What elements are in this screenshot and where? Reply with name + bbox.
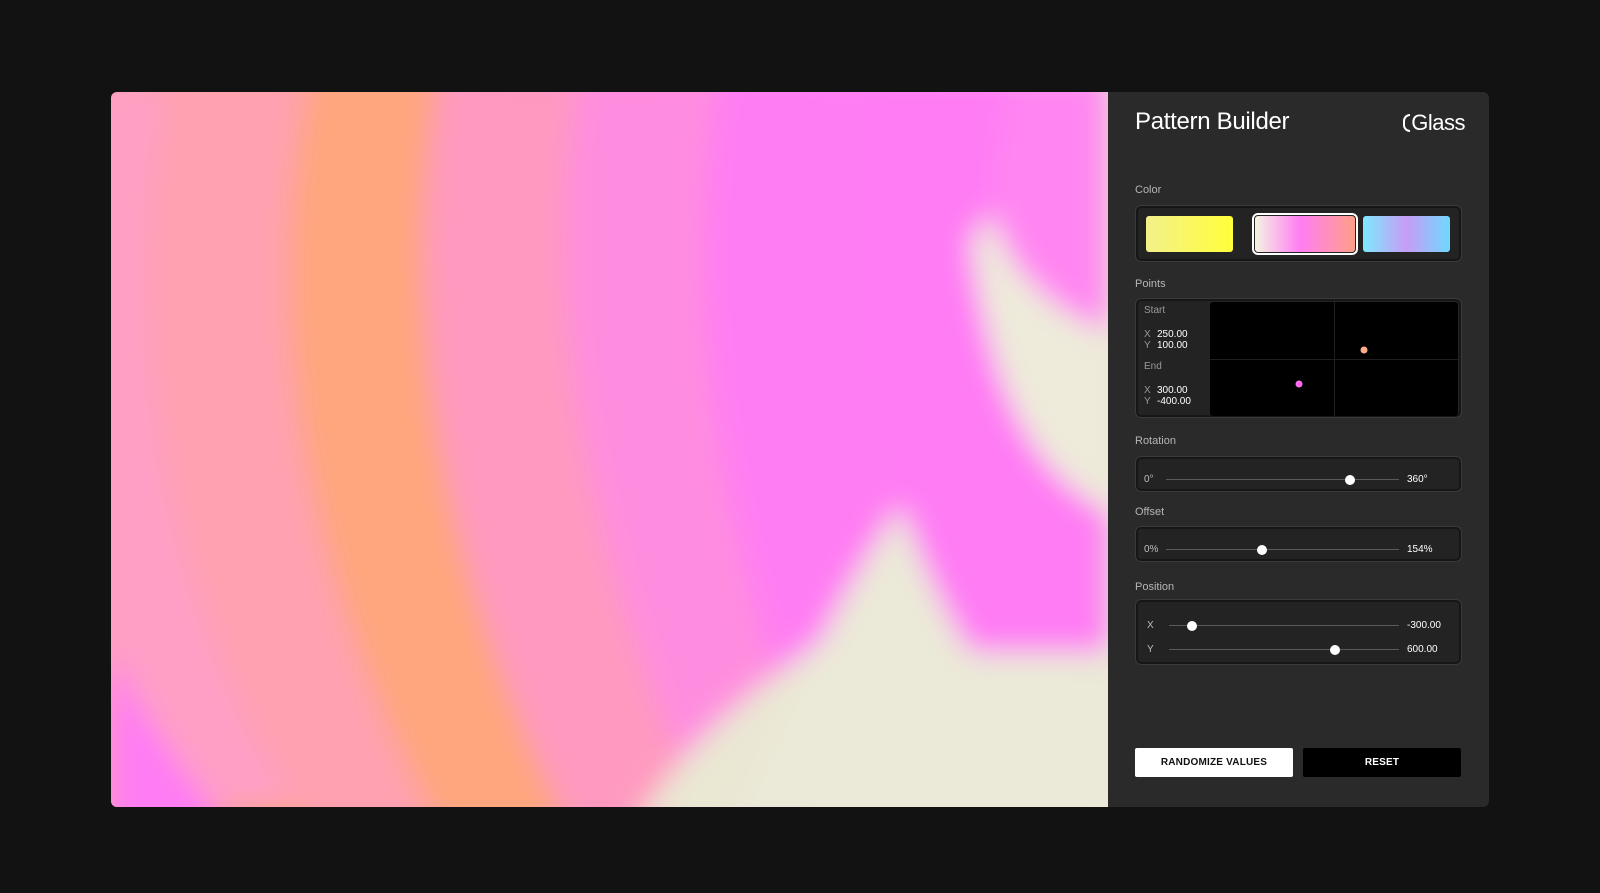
color-swatch-yellow[interactable] (1146, 216, 1233, 252)
control-panel: Pattern Builder Glass Color Points Start… (1108, 92, 1489, 807)
pattern-preview-graphic (111, 92, 1108, 807)
color-swatch-pink[interactable] (1252, 213, 1358, 255)
color-label: Color (1135, 184, 1162, 196)
position-y-thumb[interactable] (1329, 644, 1340, 655)
end-y-value[interactable]: -400.00 (1157, 396, 1191, 407)
rotation-slider-row: 0° 360° (1144, 474, 1453, 485)
rotation-label: Rotation (1135, 435, 1176, 447)
start-x-axis: X (1144, 329, 1151, 340)
position-y-row: Y 600.00 (1144, 644, 1453, 655)
start-point-handle[interactable] (1360, 346, 1368, 354)
position-x-track[interactable] (1169, 620, 1399, 631)
rotation-track[interactable] (1166, 474, 1399, 485)
points-editor: Start X 250.00 Y 100.00 End X 300.00 Y -… (1135, 298, 1462, 418)
start-y-value[interactable]: 100.00 (1157, 340, 1188, 351)
points-pad[interactable] (1210, 302, 1458, 416)
position-x-row: X -300.00 (1144, 620, 1453, 631)
position-control: X -300.00 Y 600.00 (1135, 599, 1462, 665)
color-picker (1135, 205, 1462, 262)
glass-logo-icon (1403, 114, 1411, 132)
end-y-axis: Y (1144, 396, 1151, 407)
position-y-axis: Y (1147, 644, 1154, 655)
position-y-value: 600.00 (1407, 644, 1438, 655)
start-y-row: Y 100.00 (1144, 340, 1188, 351)
offset-control: 0% 154% (1135, 526, 1462, 562)
position-y-track[interactable] (1169, 644, 1399, 655)
rotation-thumb[interactable] (1345, 474, 1356, 485)
offset-max: 154% (1407, 544, 1433, 555)
page-title: Pattern Builder (1135, 108, 1290, 135)
end-y-row: Y -400.00 (1144, 396, 1191, 407)
randomize-values-button[interactable]: RANDOMIZE VALUES (1135, 748, 1293, 777)
offset-label: Offset (1135, 506, 1165, 518)
offset-track[interactable] (1166, 544, 1399, 555)
start-label: Start (1144, 305, 1166, 316)
brand-logo: Glass (1403, 110, 1465, 136)
start-x-row: X 250.00 (1144, 329, 1188, 340)
position-x-axis: X (1147, 620, 1154, 631)
end-label: End (1144, 361, 1162, 372)
rotation-min: 0° (1144, 474, 1154, 485)
points-label: Points (1135, 278, 1166, 290)
logo-text: Glass (1411, 110, 1465, 135)
pattern-preview-canvas[interactable] (111, 92, 1108, 807)
end-x-row: X 300.00 (1144, 385, 1188, 396)
color-swatch-blue[interactable] (1363, 216, 1450, 252)
end-point-handle[interactable] (1295, 380, 1303, 388)
position-label: Position (1135, 581, 1175, 593)
pad-vertical-axis (1334, 302, 1335, 416)
start-x-value[interactable]: 250.00 (1157, 329, 1188, 340)
offset-thumb[interactable] (1256, 544, 1267, 555)
offset-slider-row: 0% 154% (1144, 544, 1453, 555)
position-x-value: -300.00 (1407, 620, 1441, 631)
app-window: Pattern Builder Glass Color Points Start… (111, 92, 1489, 807)
offset-min: 0% (1144, 544, 1159, 555)
start-y-axis: Y (1144, 340, 1151, 351)
position-x-thumb[interactable] (1187, 620, 1197, 631)
end-x-axis: X (1144, 385, 1151, 396)
reset-button[interactable]: RESET (1303, 748, 1461, 777)
end-x-value[interactable]: 300.00 (1157, 385, 1188, 396)
rotation-max: 360° (1407, 474, 1428, 485)
rotation-control: 0° 360° (1135, 456, 1462, 492)
